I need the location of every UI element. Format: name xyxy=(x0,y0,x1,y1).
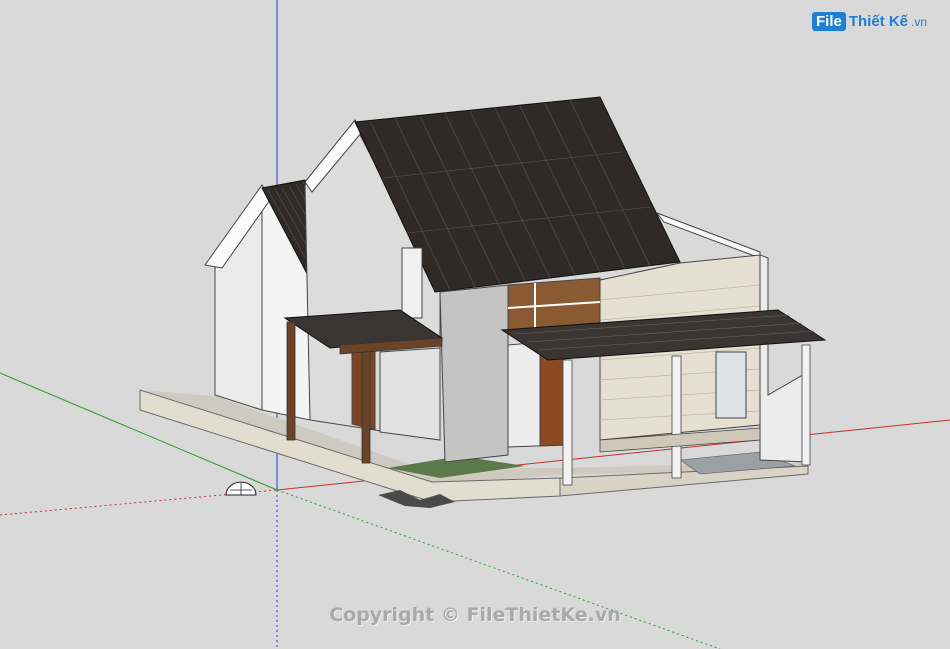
brand-logo: File Thiết Kế .vn xyxy=(812,12,927,31)
copyright-watermark: Copyright © FileThietKe.vn xyxy=(329,604,621,626)
central-pillar-wall xyxy=(439,284,509,463)
porch-column-1 xyxy=(562,359,573,486)
left-wing-glass xyxy=(379,347,441,441)
house-3d-model[interactable] xyxy=(0,0,950,649)
logo-box: File xyxy=(812,12,846,31)
logo-text: Thiết Kế xyxy=(848,13,909,30)
pergola-post-2 xyxy=(361,347,371,464)
porch-column-2 xyxy=(671,355,682,479)
model-viewport[interactable]: File Thiết Kế .vn Copyright © FileThietK… xyxy=(0,0,950,649)
logo-ext: .vn xyxy=(911,14,928,29)
porch-column-3 xyxy=(801,344,811,466)
right-window xyxy=(715,351,747,419)
gable-window xyxy=(401,247,423,319)
lower-wood-door xyxy=(539,347,566,447)
right-end-wall xyxy=(759,254,809,463)
pergola-post-1 xyxy=(286,321,296,441)
